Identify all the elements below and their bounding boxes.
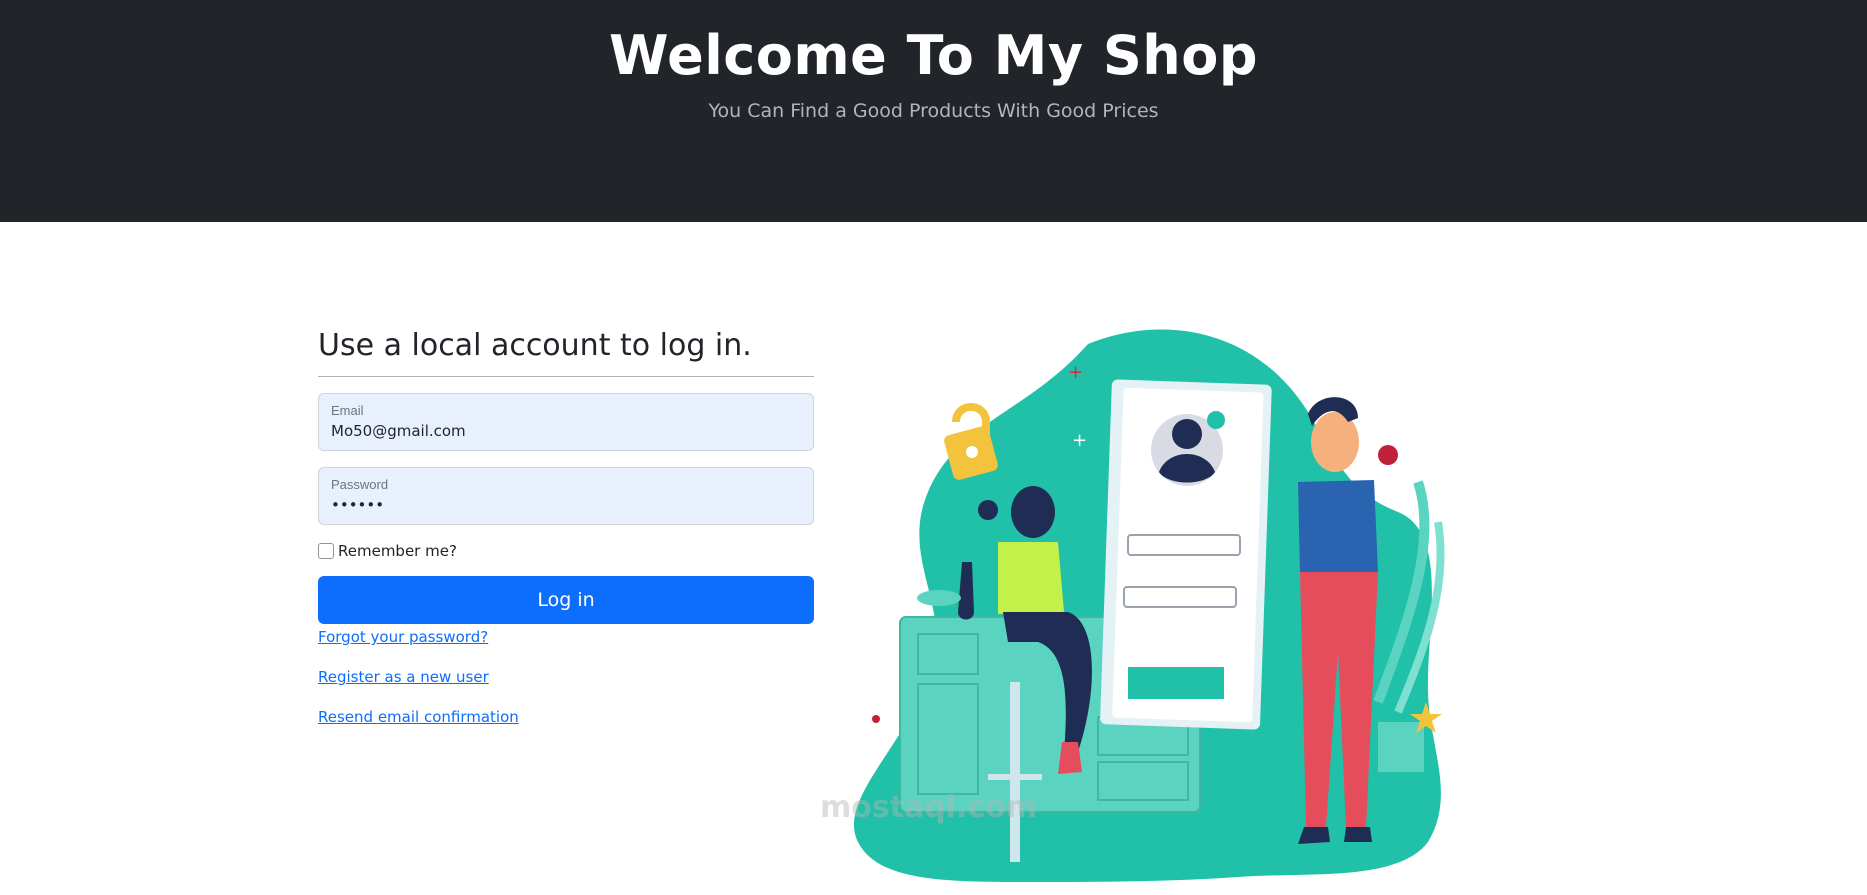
forgot-password-link[interactable]: Forgot your password? [318, 628, 814, 646]
password-label: Password [331, 477, 389, 492]
login-button[interactable]: Log in [318, 576, 814, 624]
page-subtitle: You Can Find a Good Products With Good P… [708, 100, 1159, 122]
register-link[interactable]: Register as a new user [318, 668, 814, 686]
resend-confirmation-link[interactable]: Resend email confirmation [318, 708, 814, 726]
watermark-text: mostaql.com [820, 790, 1038, 825]
remember-label: Remember me? [338, 542, 457, 560]
email-field[interactable]: Email [318, 393, 814, 451]
email-input[interactable] [331, 420, 801, 442]
password-input[interactable] [331, 494, 801, 516]
hero-banner: Welcome To My Shop You Can Find a Good P… [0, 0, 1867, 222]
account-links: Forgot your password? Register as a new … [318, 628, 814, 726]
remember-checkbox[interactable] [318, 543, 334, 559]
divider [318, 376, 814, 377]
remember-me[interactable]: Remember me? [318, 539, 814, 563]
page-title: Welcome To My Shop [609, 24, 1258, 87]
password-field[interactable]: Password [318, 467, 814, 525]
login-heading: Use a local account to log in. [318, 328, 752, 363]
login-form: Use a local account to log in. Email Pas… [318, 326, 814, 726]
svg-text:+: + [1068, 362, 1083, 383]
svg-text:+: + [1072, 430, 1087, 451]
email-label: Email [331, 403, 364, 418]
